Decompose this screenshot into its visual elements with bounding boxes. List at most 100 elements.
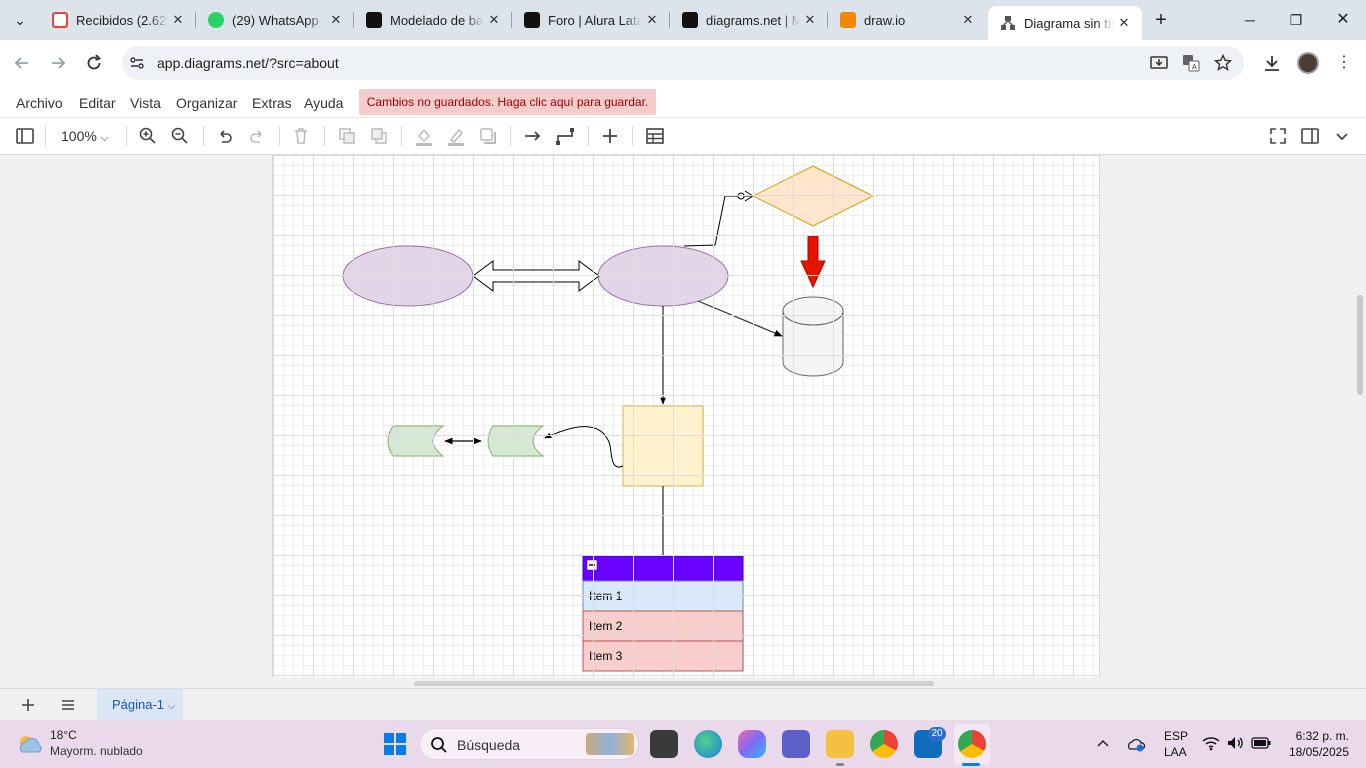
file-explorer-icon[interactable] <box>826 730 854 758</box>
close-icon[interactable]: ✕ <box>326 12 346 28</box>
table-item-label[interactable]: Item 2 <box>589 619 622 633</box>
table-item-label[interactable]: Item 1 <box>589 589 622 603</box>
copilot-icon[interactable] <box>738 730 766 758</box>
arrow-to-database[interactable] <box>697 300 783 337</box>
weather-description[interactable]: Mayorm. nublado <box>50 744 143 758</box>
chrome-profile-icon[interactable] <box>958 730 986 758</box>
browser-tab-active-diagram[interactable]: Diagrama sin títu ✕ <box>988 6 1142 40</box>
close-icon[interactable]: ✕ <box>642 12 662 28</box>
browser-tab-foro[interactable]: Foro | Alura Lata ✕ <box>512 6 670 34</box>
profile-avatar[interactable] <box>1297 52 1319 74</box>
menu-archivo[interactable]: Archivo <box>16 95 63 111</box>
waypoints-icon[interactable] <box>555 126 575 146</box>
er-connector-line[interactable] <box>683 195 745 247</box>
clock-date[interactable]: 18/05/2025 <box>1283 745 1349 759</box>
show-hidden-icons-chevron-icon[interactable] <box>1096 736 1110 750</box>
close-icon[interactable]: ✕ <box>168 12 188 28</box>
close-icon[interactable]: ✕ <box>484 12 504 28</box>
battery-icon[interactable] <box>1251 737 1271 749</box>
menu-extras[interactable]: Extras <box>252 95 292 111</box>
collapse-chevron-icon[interactable] <box>1332 126 1352 146</box>
edge-browser-icon[interactable] <box>694 730 722 758</box>
weather-cloud-icon[interactable] <box>16 732 44 756</box>
table-header[interactable] <box>582 555 744 582</box>
curved-arrow[interactable] <box>544 426 624 468</box>
restore-icon[interactable]: ❐ <box>1284 8 1308 32</box>
menu-editar[interactable]: Editar <box>79 95 116 111</box>
left-moon-shape[interactable] <box>387 425 445 457</box>
table-icon[interactable] <box>645 126 665 146</box>
site-settings-icon[interactable] <box>129 55 145 71</box>
format-sidebar-icon[interactable] <box>1300 126 1320 146</box>
double-block-arrow[interactable] <box>472 260 600 292</box>
fullscreen-icon[interactable] <box>1268 126 1288 146</box>
address-bar[interactable]: app.diagrams.net/?src=about A <box>122 46 1244 80</box>
to-front-icon[interactable] <box>337 126 357 146</box>
reload-icon[interactable] <box>84 53 104 73</box>
back-arrow-icon[interactable] <box>12 53 32 73</box>
volume-icon[interactable] <box>1226 735 1244 751</box>
table-item-label[interactable]: Item 3 <box>589 649 622 663</box>
more-options-icon[interactable]: ⋮ <box>1336 52 1352 72</box>
delete-icon[interactable] <box>291 126 311 146</box>
new-tab-plus-icon[interactable]: + <box>1149 8 1173 32</box>
taskbar-search[interactable]: Búsqueda <box>419 728 639 760</box>
horizontal-scrollbar[interactable] <box>414 681 934 686</box>
forward-arrow-icon[interactable] <box>48 53 68 73</box>
unsaved-changes-button[interactable]: Cambios no guardados. Haga clic aquí par… <box>359 89 656 115</box>
browser-tab-gmail[interactable]: Recibidos (2.629 ✕ <box>40 6 196 34</box>
weather-temperature[interactable]: 18°C <box>50 728 77 742</box>
close-window-icon[interactable]: ✕ <box>1331 8 1355 32</box>
menu-ayuda[interactable]: Ayuda <box>304 95 343 111</box>
zoom-in-icon[interactable] <box>138 126 158 146</box>
zoom-out-icon[interactable] <box>170 126 190 146</box>
browser-tab-drawio[interactable]: draw.io ✕ <box>828 6 986 34</box>
diagram-canvas[interactable]: Item 1 Item 2 Item 3 <box>0 155 1366 688</box>
pages-menu-icon[interactable] <box>60 697 76 713</box>
language-code[interactable]: ESP <box>1164 729 1188 743</box>
menu-vista[interactable]: Vista <box>130 95 161 111</box>
connection-arrow-icon[interactable] <box>523 126 543 146</box>
clock-time[interactable]: 6:32 p. m. <box>1293 729 1349 743</box>
yellow-square[interactable] <box>622 405 704 487</box>
browser-tab-modelado[interactable]: Modelado de ba ✕ <box>354 6 512 34</box>
line-color-icon[interactable] <box>446 126 466 146</box>
page-tab-1[interactable]: Página-1 ⌵ <box>97 689 183 721</box>
right-ellipse[interactable] <box>597 245 729 307</box>
insert-plus-icon[interactable] <box>600 126 620 146</box>
redo-icon[interactable] <box>247 126 267 146</box>
translate-icon[interactable]: A <box>1182 54 1200 72</box>
browser-tab-diagrams[interactable]: diagrams.net | M ✕ <box>670 6 828 34</box>
fill-color-icon[interactable] <box>414 126 434 146</box>
teams-icon[interactable] <box>782 730 810 758</box>
red-down-arrow[interactable] <box>800 235 826 289</box>
shadow-icon[interactable] <box>478 126 498 146</box>
chrome-icon[interactable] <box>870 730 898 758</box>
close-icon[interactable]: ✕ <box>800 12 820 28</box>
close-icon[interactable]: ✕ <box>1114 15 1134 31</box>
minimize-icon[interactable]: ─ <box>1238 8 1262 32</box>
add-page-plus-icon[interactable] <box>20 697 36 713</box>
database-cylinder[interactable] <box>782 296 844 377</box>
right-moon-shape[interactable] <box>487 425 545 457</box>
install-app-icon[interactable] <box>1150 54 1168 72</box>
close-icon[interactable]: ✕ <box>958 12 978 28</box>
undo-icon[interactable] <box>215 126 235 146</box>
vertical-scrollbar[interactable] <box>1357 295 1363 395</box>
task-view-icon[interactable] <box>650 730 678 758</box>
diagram-page[interactable]: Item 1 Item 2 Item 3 <box>272 155 1100 677</box>
bookmark-star-icon[interactable] <box>1214 54 1232 72</box>
windows-start-icon[interactable] <box>383 732 407 756</box>
zoom-dropdown[interactable]: 100% ⌵ <box>61 128 108 144</box>
menu-organizar[interactable]: Organizar <box>176 95 237 111</box>
downloads-icon[interactable] <box>1262 53 1282 73</box>
onedrive-status-icon[interactable] <box>1126 734 1146 754</box>
tab-search-icon[interactable]: ⌄ <box>8 8 32 32</box>
keyboard-layout[interactable]: LAA <box>1164 745 1187 759</box>
wifi-icon[interactable] <box>1202 735 1220 751</box>
left-ellipse[interactable] <box>342 245 474 307</box>
format-panel-toggle-icon[interactable] <box>15 126 35 146</box>
browser-tab-whatsapp[interactable]: (29) WhatsApp ✕ <box>196 6 354 34</box>
to-back-icon[interactable] <box>369 126 389 146</box>
decision-diamond[interactable] <box>751 165 875 227</box>
